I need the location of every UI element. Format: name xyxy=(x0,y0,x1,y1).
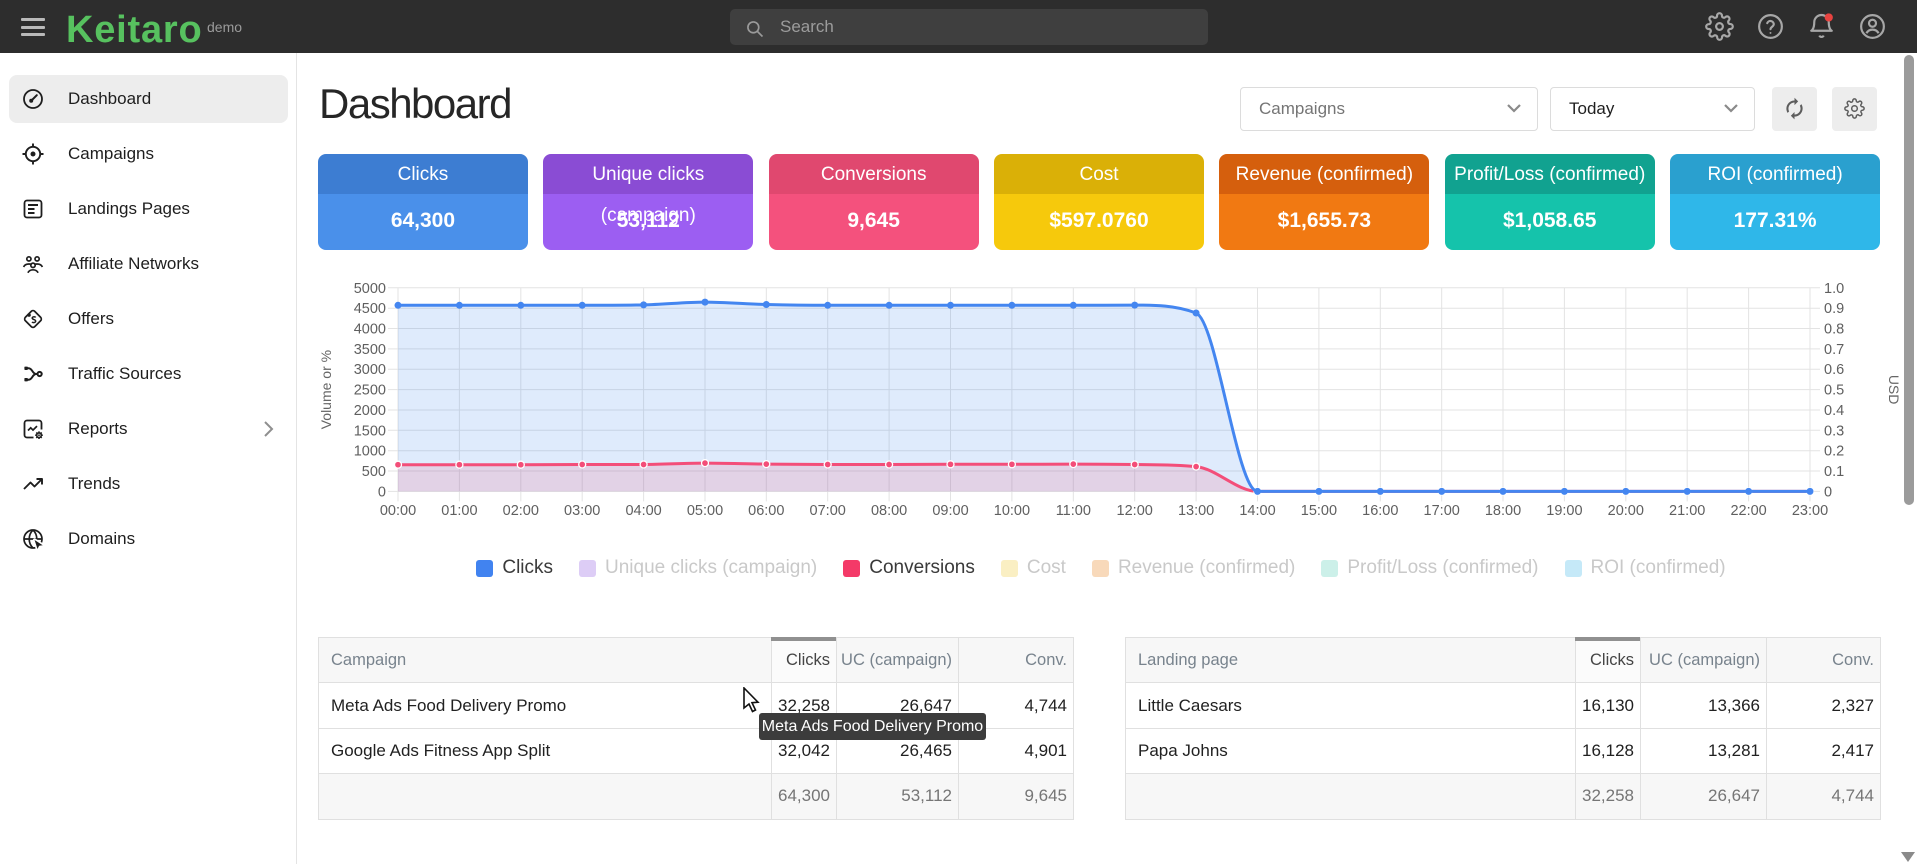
svg-text:2500: 2500 xyxy=(354,383,386,399)
svg-text:0: 0 xyxy=(1824,484,1832,500)
svg-text:0.4: 0.4 xyxy=(1824,403,1844,419)
svg-text:20:00: 20:00 xyxy=(1608,503,1644,519)
svg-text:15:00: 15:00 xyxy=(1301,503,1337,519)
svg-text:05:00: 05:00 xyxy=(687,503,723,519)
svg-text:23:00: 23:00 xyxy=(1792,503,1828,519)
svg-text:500: 500 xyxy=(362,464,386,480)
svg-text:0.7: 0.7 xyxy=(1824,342,1844,358)
svg-text:1500: 1500 xyxy=(354,423,386,439)
svg-text:0.3: 0.3 xyxy=(1824,423,1844,439)
svg-text:0.8: 0.8 xyxy=(1824,322,1844,338)
svg-text:16:00: 16:00 xyxy=(1362,503,1398,519)
svg-text:0: 0 xyxy=(378,484,386,500)
svg-text:0.2: 0.2 xyxy=(1824,444,1844,460)
svg-text:3500: 3500 xyxy=(354,342,386,358)
svg-text:08:00: 08:00 xyxy=(871,503,907,519)
svg-text:19:00: 19:00 xyxy=(1546,503,1582,519)
svg-text:03:00: 03:00 xyxy=(564,503,600,519)
svg-text:13:00: 13:00 xyxy=(1178,503,1214,519)
svg-text:4500: 4500 xyxy=(354,301,386,317)
svg-text:4000: 4000 xyxy=(354,322,386,338)
svg-text:21:00: 21:00 xyxy=(1669,503,1705,519)
svg-text:04:00: 04:00 xyxy=(625,503,661,519)
svg-text:5000: 5000 xyxy=(354,281,386,297)
svg-text:10:00: 10:00 xyxy=(994,503,1030,519)
svg-text:02:00: 02:00 xyxy=(503,503,539,519)
svg-text:1.0: 1.0 xyxy=(1824,281,1844,297)
svg-text:2000: 2000 xyxy=(354,403,386,419)
svg-text:07:00: 07:00 xyxy=(810,503,846,519)
svg-text:17:00: 17:00 xyxy=(1424,503,1460,519)
svg-text:14:00: 14:00 xyxy=(1239,503,1275,519)
svg-text:USD: USD xyxy=(1886,375,1902,405)
svg-text:0.6: 0.6 xyxy=(1824,362,1844,378)
svg-text:Volume or %: Volume or % xyxy=(318,350,334,429)
svg-text:3000: 3000 xyxy=(354,362,386,378)
svg-text:0.9: 0.9 xyxy=(1824,301,1844,317)
svg-text:0.5: 0.5 xyxy=(1824,383,1844,399)
svg-text:09:00: 09:00 xyxy=(932,503,968,519)
svg-text:0.1: 0.1 xyxy=(1824,464,1844,480)
svg-text:22:00: 22:00 xyxy=(1730,503,1766,519)
svg-text:18:00: 18:00 xyxy=(1485,503,1521,519)
svg-text:1000: 1000 xyxy=(354,444,386,460)
svg-text:01:00: 01:00 xyxy=(441,503,477,519)
svg-text:00:00: 00:00 xyxy=(380,503,416,519)
svg-text:06:00: 06:00 xyxy=(748,503,784,519)
svg-text:12:00: 12:00 xyxy=(1117,503,1153,519)
svg-text:11:00: 11:00 xyxy=(1056,503,1091,519)
